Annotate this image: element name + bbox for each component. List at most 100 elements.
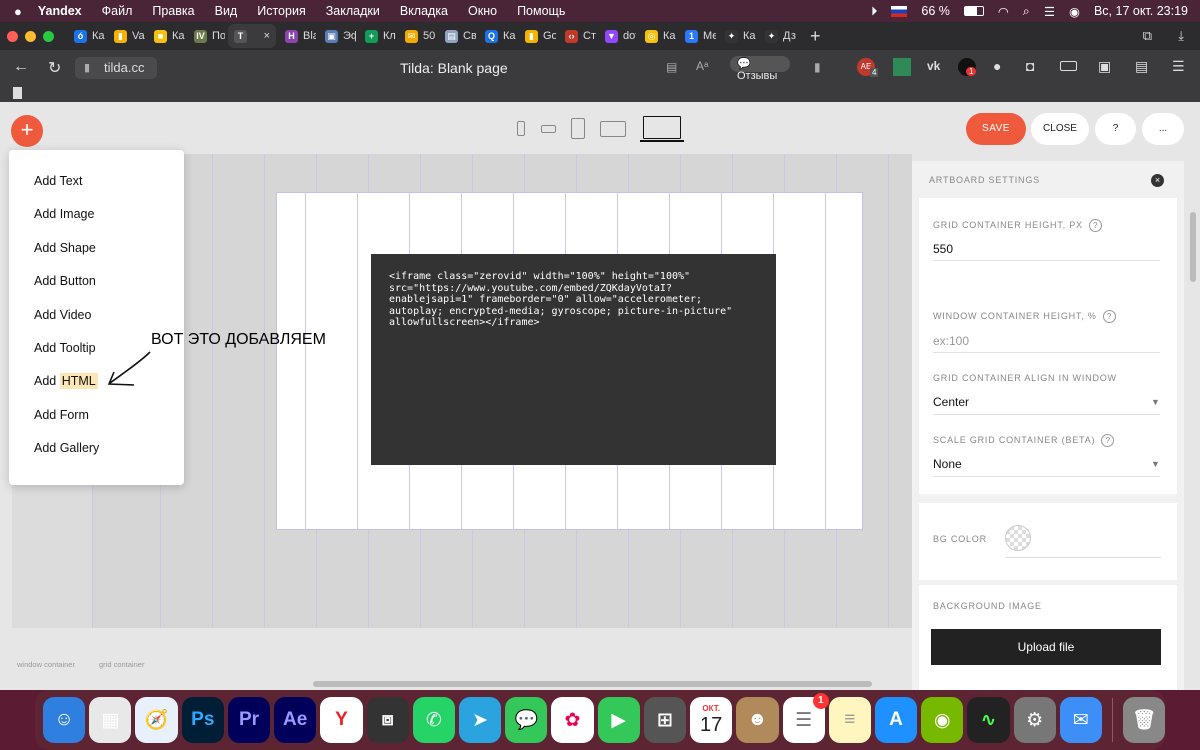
chevron-down-icon[interactable]: ▼ (1151, 459, 1160, 469)
menu-add-image[interactable]: Add Image (9, 207, 184, 240)
minimize-window-icon[interactable] (25, 30, 36, 42)
phone-landscape-icon[interactable] (541, 125, 556, 133)
camera-icon[interactable]: ◘ (1026, 58, 1034, 74)
photos-icon[interactable]: ✿ (551, 697, 594, 743)
calendar-icon[interactable]: ОКТ. 17 (690, 697, 733, 743)
browser-tab[interactable]: ▮ Go (519, 24, 556, 48)
horizontal-scrollbar[interactable] (313, 681, 872, 687)
browser-tab[interactable]: ◎ Ка (639, 24, 676, 48)
back-icon[interactable]: ← (13, 58, 29, 76)
app-store-icon[interactable]: A (874, 697, 918, 743)
download-icon[interactable]: ⤓ (1178, 28, 1184, 44)
browser-tab[interactable]: ✦ Ка (719, 24, 756, 48)
vertical-scrollbar[interactable] (1190, 212, 1196, 282)
browser-tab[interactable]: ✦ Дз (759, 24, 796, 48)
mail-icon[interactable]: ✉ (1059, 697, 1103, 743)
help-button[interactable]: ? (1095, 113, 1136, 145)
html-code-block[interactable]: <iframe class="zerovid" width="100%" hei… (371, 254, 776, 465)
desktop-icon[interactable] (643, 116, 681, 139)
document-icon[interactable] (13, 87, 22, 99)
scale-select[interactable]: None (933, 457, 962, 471)
menu-add-button[interactable]: Add Button (9, 274, 184, 307)
translate-icon[interactable]: Aᵃ (696, 59, 708, 73)
menu-clock[interactable]: Вс, 17 окт. 23:19 (1094, 4, 1188, 18)
menu-help[interactable]: Помощь (517, 4, 565, 18)
ext-vk-icon[interactable]: vk (927, 59, 940, 73)
tablet-landscape-icon[interactable] (600, 121, 626, 137)
menu-bookmarks[interactable]: Закладки (326, 4, 380, 18)
wifi-icon[interactable]: ◠ (998, 4, 1009, 19)
help-icon[interactable]: ? (1088, 219, 1102, 232)
browser-tab[interactable]: ✉ 50 (399, 24, 436, 48)
play-icon[interactable]: ⏵ (871, 4, 877, 19)
browser-tab[interactable]: ▤ Сво (439, 24, 476, 48)
ext-download-icon[interactable]: ▤ (1135, 58, 1148, 75)
parallels-icon[interactable]: ⧈ (366, 697, 409, 743)
phone-portrait-icon[interactable] (517, 121, 525, 136)
menu-add-text[interactable]: Add Text (9, 174, 184, 207)
browser-tab[interactable]: T × (228, 24, 276, 48)
browser-tab[interactable]: H Bla (279, 24, 316, 48)
close-button[interactable]: CLOSE (1031, 113, 1089, 145)
menu-file[interactable]: Файл (102, 4, 133, 18)
grid-height-input[interactable]: 550 (933, 242, 953, 256)
menu-icon[interactable]: ☰ (1172, 58, 1185, 75)
url-text[interactable]: tilda.cc (104, 60, 144, 75)
browser-tab[interactable]: IV По (188, 24, 225, 48)
telegram-icon[interactable]: ➤ (458, 697, 502, 743)
menu-tab[interactable]: Вкладка (400, 4, 448, 18)
search-icon[interactable]: ⌕ (1023, 4, 1030, 19)
after-effects-icon[interactable]: Ae (274, 697, 317, 743)
chevron-down-icon[interactable]: ▼ (1151, 397, 1160, 407)
browser-tab[interactable]: 1 Ме (679, 24, 716, 48)
bg-color-swatch[interactable] (1005, 525, 1031, 551)
whatsapp-icon[interactable]: ✆ (412, 697, 455, 743)
browser-tab[interactable]: ▮ Vac (108, 24, 145, 48)
premiere-icon[interactable]: Pr (227, 697, 271, 743)
help-icon[interactable]: ? (1101, 434, 1115, 447)
browser-tab[interactable]: ■ Ка (148, 24, 185, 48)
help-icon[interactable]: ? (1102, 310, 1116, 323)
ext-dots-icon[interactable]: ● (993, 58, 1001, 74)
system-preferences-icon[interactable]: ⚙ (1013, 697, 1056, 743)
browser-tab[interactable]: Q Ка (479, 24, 516, 48)
flag-ru-icon[interactable] (891, 5, 908, 17)
window-height-input[interactable]: ex:100 (933, 334, 969, 348)
control-center-icon[interactable]: ☰ (1044, 4, 1055, 19)
apple-icon[interactable]: ● (14, 4, 22, 19)
new-tab-icon[interactable]: + (810, 26, 821, 47)
close-window-icon[interactable] (7, 30, 18, 42)
notes-icon[interactable]: ≡ (828, 697, 871, 743)
ext-clipboard-icon[interactable]: ▣ (1098, 58, 1111, 75)
tabs-overview-icon[interactable]: ⧉ (1143, 28, 1152, 44)
menu-view[interactable]: Вид (215, 4, 238, 18)
finder-icon[interactable]: ☺ (43, 697, 86, 743)
reminders-icon[interactable]: ☰ 1 (782, 693, 829, 743)
trash-icon[interactable]: 🗑 (1122, 697, 1166, 743)
close-tab-icon[interactable]: × (264, 30, 270, 42)
menu-add-gallery[interactable]: Add Gallery (9, 441, 184, 474)
browser-tab[interactable]: + Кл (359, 24, 396, 48)
more-button[interactable]: ... (1142, 113, 1184, 145)
activity-monitor-icon[interactable]: ∿ (967, 697, 1010, 743)
calculator-icon[interactable]: ⊞ (643, 697, 687, 743)
safari-icon[interactable]: 🧭 (135, 697, 178, 743)
menu-edit[interactable]: Правка (152, 4, 194, 18)
menu-add-shape[interactable]: Add Shape (9, 241, 184, 274)
align-select[interactable]: Center (933, 395, 969, 409)
messages-icon[interactable]: 💬 (505, 697, 548, 743)
nvidia-icon[interactable]: ◉ (921, 697, 964, 743)
launchpad-icon[interactable]: ▦ (89, 697, 132, 743)
save-button[interactable]: SAVE (966, 113, 1026, 145)
browser-tab[interactable]: ‹› Ста (559, 24, 596, 48)
reviews-button[interactable]: 💬Отзывы (730, 56, 790, 82)
reload-icon[interactable]: ↻ (48, 58, 61, 78)
menu-window[interactable]: Окно (468, 4, 497, 18)
bookmark-icon[interactable]: ▮ (814, 60, 821, 74)
close-settings-icon[interactable]: × (1151, 174, 1164, 187)
menu-history[interactable]: История (257, 4, 305, 18)
facetime-icon[interactable]: ▶ (597, 697, 640, 743)
menu-add-form[interactable]: Add Form (9, 408, 184, 441)
maximize-window-icon[interactable] (43, 30, 54, 42)
contacts-icon[interactable]: ☻ (736, 697, 779, 743)
